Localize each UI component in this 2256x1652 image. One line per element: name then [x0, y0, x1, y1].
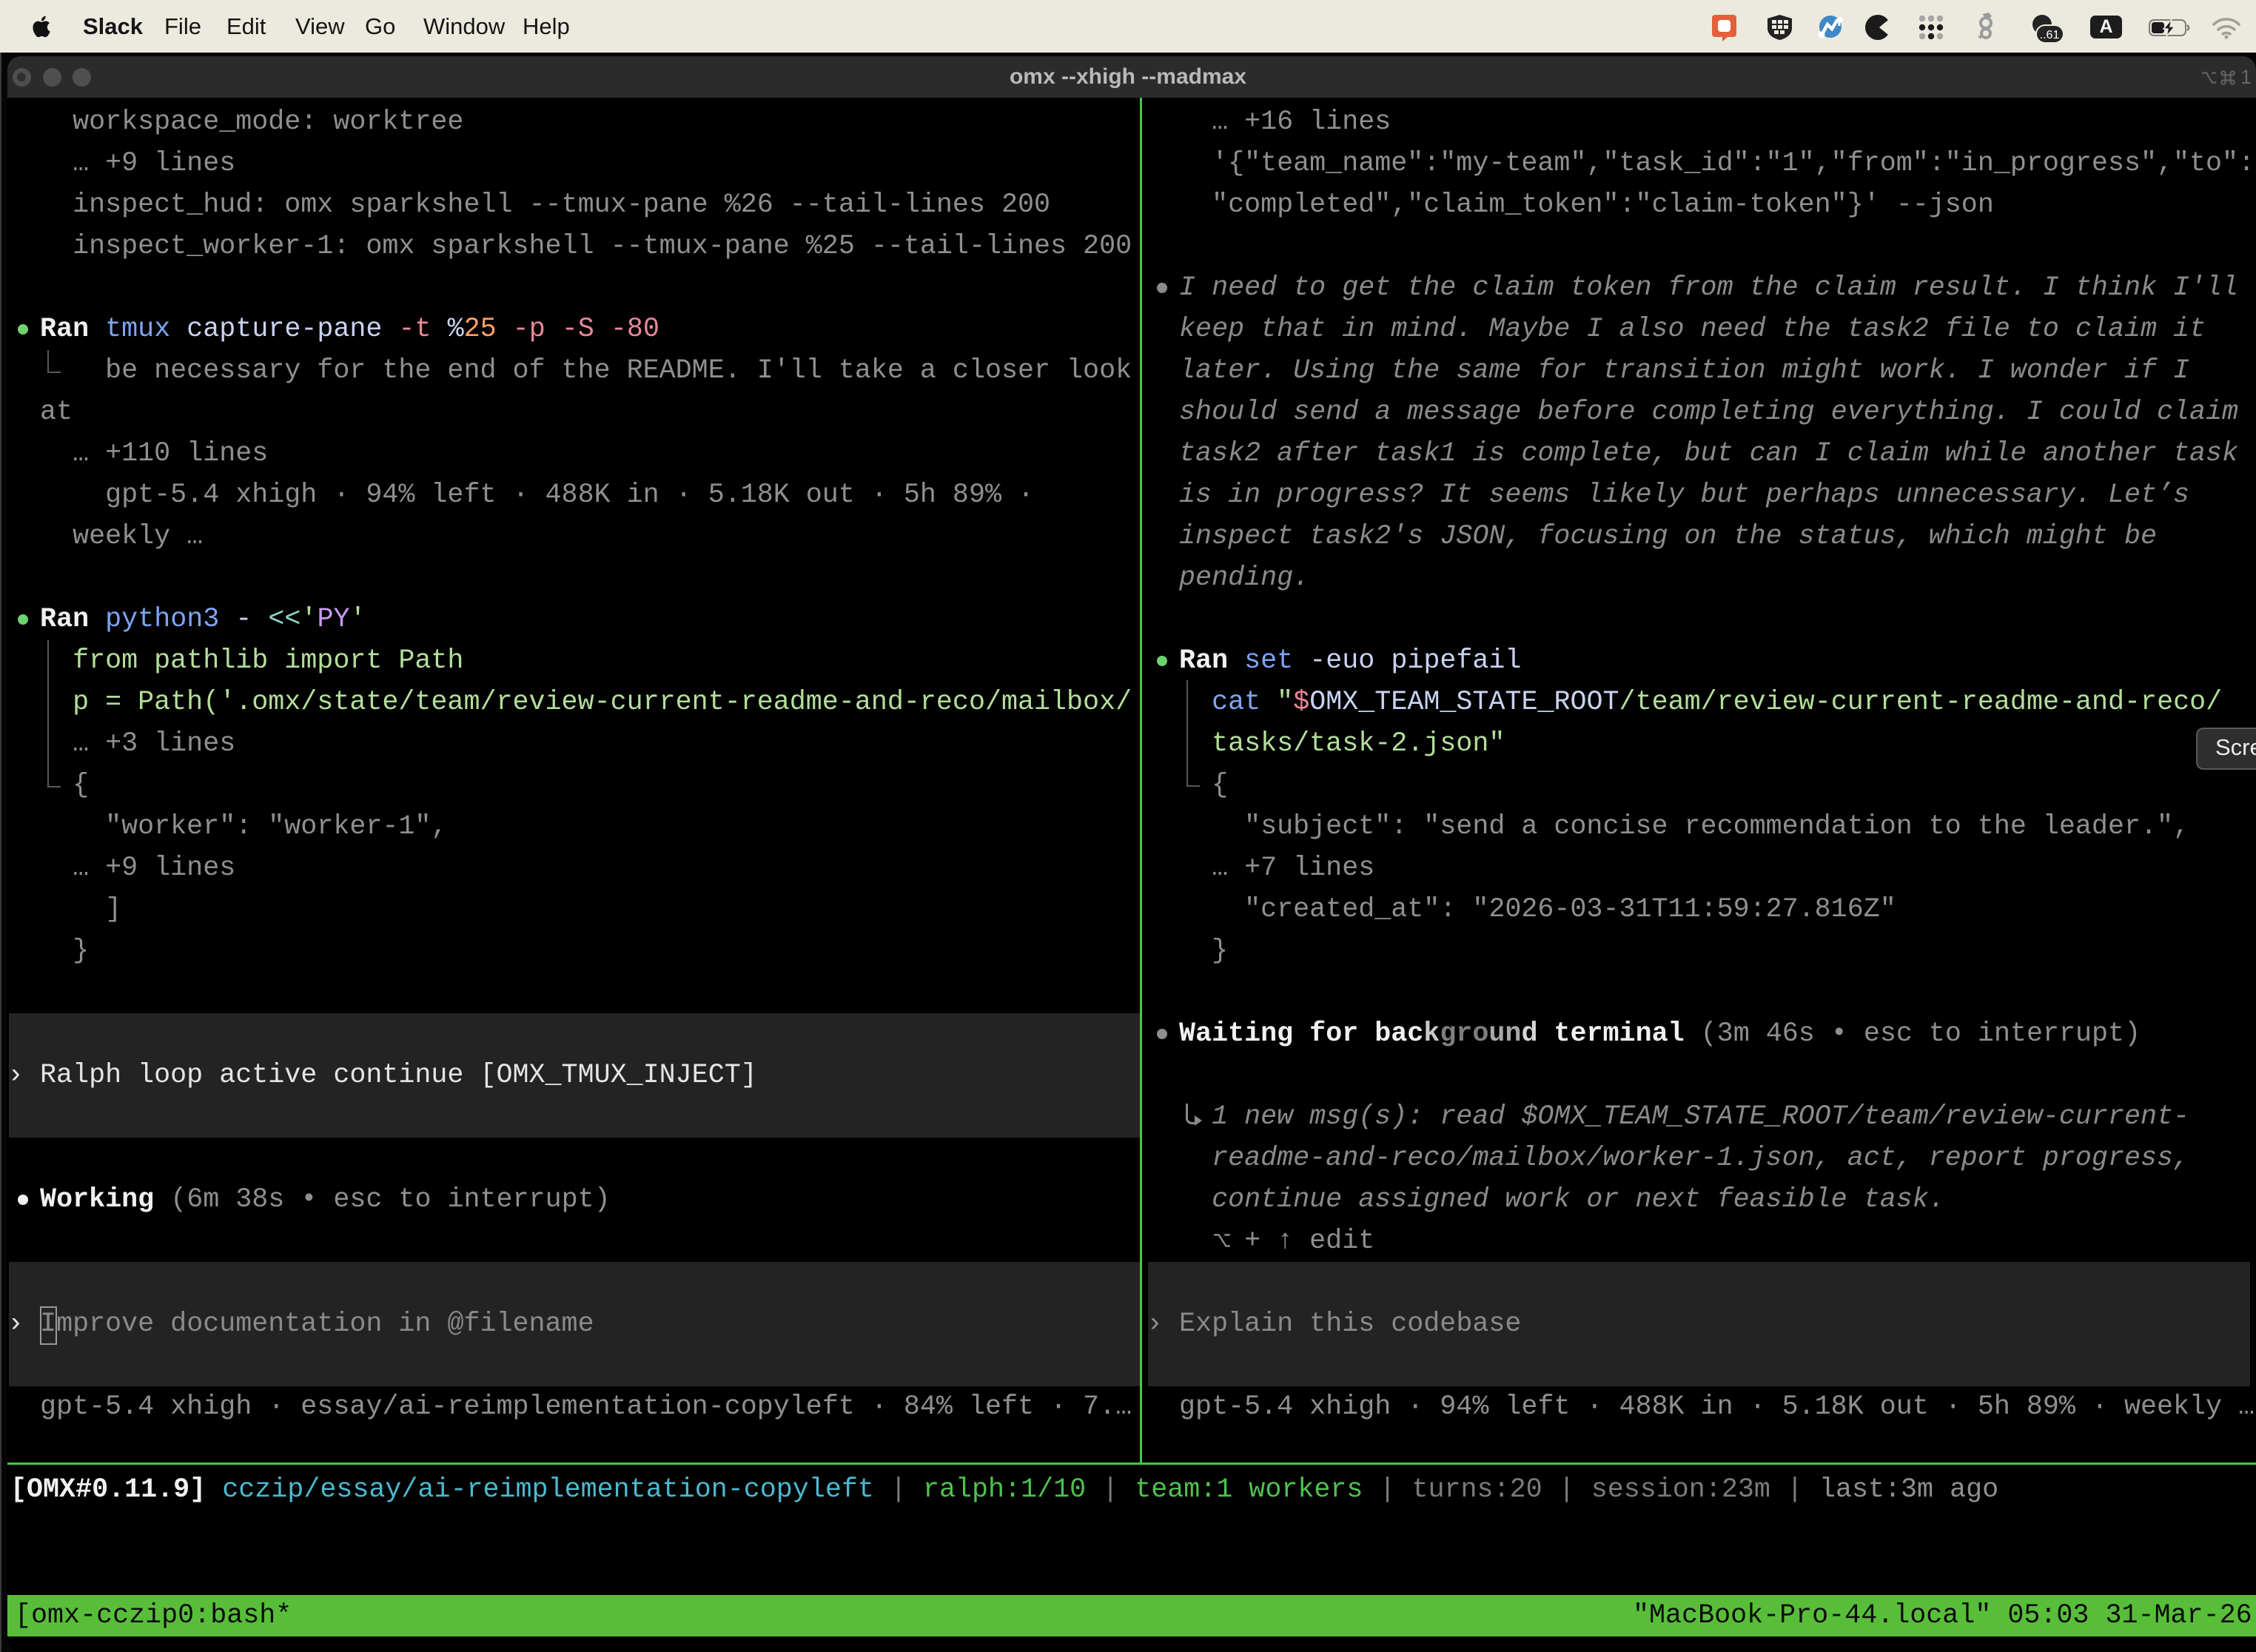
svg-text:..61: ..61 — [2040, 29, 2060, 41]
